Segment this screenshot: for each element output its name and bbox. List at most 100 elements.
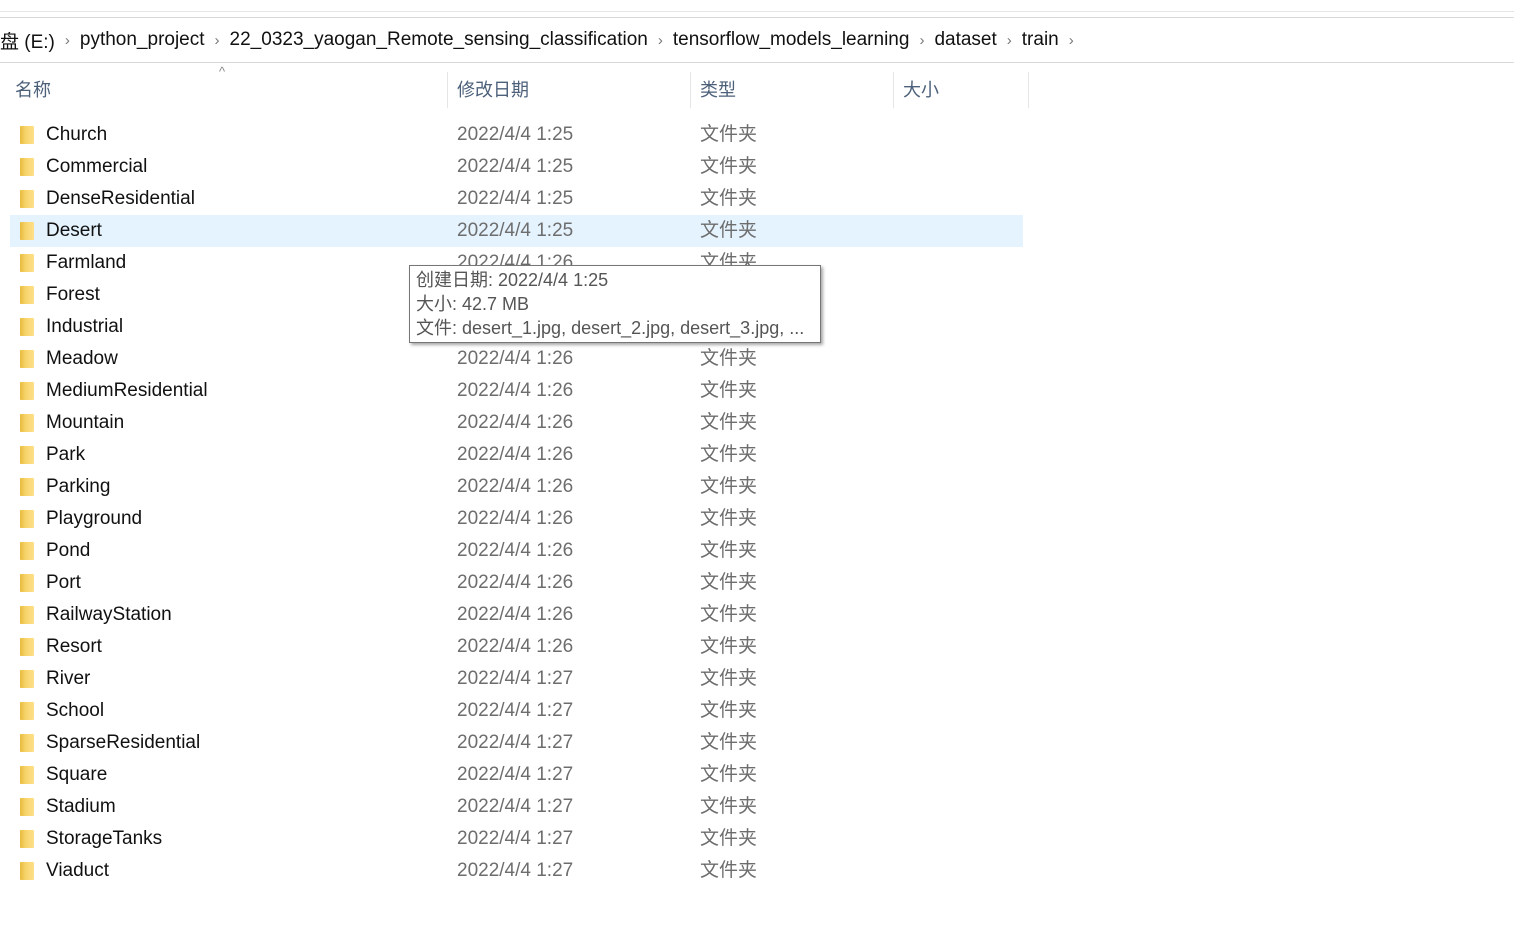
chevron-right-icon[interactable]: › — [1003, 32, 1016, 49]
list-item[interactable]: StorageTanks 2022/4/4 1:27 文件夹 — [10, 823, 1023, 855]
folder-icon — [20, 254, 34, 272]
file-type: 文件夹 — [700, 220, 758, 241]
breadcrumb-item[interactable]: dataset — [928, 29, 1002, 51]
list-item[interactable]: Desert 2022/4/4 1:25 文件夹 — [10, 215, 1023, 247]
file-name: Industrial — [46, 316, 124, 337]
folder-icon — [20, 670, 34, 688]
tooltip-size: 大小: 42.7 MB — [416, 294, 530, 314]
chevron-right-icon[interactable]: › — [1065, 32, 1078, 49]
file-type: 文件夹 — [700, 572, 758, 593]
file-name: Farmland — [46, 252, 127, 273]
folder-icon — [20, 350, 34, 368]
folder-icon — [20, 574, 34, 592]
file-name: Church — [46, 124, 108, 145]
folder-icon — [20, 190, 34, 208]
file-type: 文件夹 — [700, 476, 758, 497]
list-item[interactable]: DenseResidential 2022/4/4 1:25 文件夹 — [10, 183, 1023, 215]
list-item[interactable]: Meadow 2022/4/4 1:26 文件夹 — [10, 343, 1023, 375]
chevron-right-icon[interactable]: › — [915, 32, 928, 49]
file-name: River — [46, 668, 91, 689]
list-item[interactable]: Church 2022/4/4 1:25 文件夹 — [10, 119, 1023, 151]
modified-date: 2022/4/4 1:26 — [457, 572, 574, 593]
file-type: 文件夹 — [700, 188, 758, 209]
list-item[interactable]: Port 2022/4/4 1:26 文件夹 — [10, 567, 1023, 599]
list-item[interactable]: River 2022/4/4 1:27 文件夹 — [10, 663, 1023, 695]
breadcrumb-item[interactable]: python_project — [74, 29, 211, 51]
file-type: 文件夹 — [700, 412, 758, 433]
column-divider[interactable] — [447, 72, 448, 108]
list-item[interactable]: RailwayStation 2022/4/4 1:26 文件夹 — [10, 599, 1023, 631]
list-item[interactable]: School 2022/4/4 1:27 文件夹 — [10, 695, 1023, 727]
file-type: 文件夹 — [700, 444, 758, 465]
file-name: Playground — [46, 508, 143, 529]
folder-icon — [20, 222, 34, 240]
file-name: Pond — [46, 540, 91, 561]
column-size[interactable]: 大小 — [903, 70, 939, 110]
file-name: Viaduct — [46, 860, 110, 881]
list-item[interactable]: Parking 2022/4/4 1:26 文件夹 — [10, 471, 1023, 503]
breadcrumb-item[interactable]: tensorflow_models_learning — [667, 29, 916, 51]
file-name: Forest — [46, 284, 100, 305]
breadcrumb-item[interactable]: 22_0323_yaogan_Remote_sensing_classifica… — [224, 29, 654, 51]
modified-date: 2022/4/4 1:27 — [457, 700, 574, 721]
column-type[interactable]: 类型 — [700, 70, 736, 110]
list-item[interactable]: SparseResidential 2022/4/4 1:27 文件夹 — [10, 727, 1023, 759]
folder-icon — [20, 798, 34, 816]
breadcrumb[interactable]: 盘 (E:) › python_project › 22_0323_yaogan_Rem… — [0, 17, 1514, 63]
folder-icon — [20, 766, 34, 784]
folder-icon — [20, 478, 34, 496]
list-item[interactable]: Park 2022/4/4 1:26 文件夹 — [10, 439, 1023, 471]
list-item[interactable]: Stadium 2022/4/4 1:27 文件夹 — [10, 791, 1023, 823]
column-name[interactable]: 名称 — [15, 70, 51, 110]
folder-icon — [20, 702, 34, 720]
folder-icon — [20, 830, 34, 848]
file-name: Park — [46, 444, 86, 465]
file-name: School — [46, 700, 105, 721]
column-header: ^ 名称 修改日期 类型 大小 — [0, 64, 1514, 110]
folder-icon — [20, 414, 34, 432]
modified-date: 2022/4/4 1:27 — [457, 764, 574, 785]
list-item[interactable]: Mountain 2022/4/4 1:26 文件夹 — [10, 407, 1023, 439]
chevron-right-icon[interactable]: › — [654, 32, 667, 49]
list-item[interactable]: Commercial 2022/4/4 1:25 文件夹 — [10, 151, 1023, 183]
modified-date: 2022/4/4 1:25 — [457, 188, 574, 209]
file-name: MediumResidential — [46, 380, 208, 401]
list-item[interactable]: Square 2022/4/4 1:27 文件夹 — [10, 759, 1023, 791]
modified-date: 2022/4/4 1:26 — [457, 348, 574, 369]
modified-date: 2022/4/4 1:26 — [457, 540, 574, 561]
chevron-right-icon[interactable]: › — [61, 32, 74, 49]
file-type: 文件夹 — [700, 540, 758, 561]
folder-icon — [20, 862, 34, 880]
list-item[interactable]: Playground 2022/4/4 1:26 文件夹 — [10, 503, 1023, 535]
column-date[interactable]: 修改日期 — [457, 70, 529, 110]
folder-icon — [20, 734, 34, 752]
file-type: 文件夹 — [700, 508, 758, 529]
modified-date: 2022/4/4 1:26 — [457, 604, 574, 625]
column-divider[interactable] — [690, 72, 691, 108]
file-name: RailwayStation — [46, 604, 172, 625]
file-name: Desert — [46, 220, 102, 241]
list-item[interactable]: Resort 2022/4/4 1:26 文件夹 — [10, 631, 1023, 663]
list-item[interactable]: Pond 2022/4/4 1:26 文件夹 — [10, 535, 1023, 567]
folder-icon — [20, 446, 34, 464]
list-item[interactable]: Viaduct 2022/4/4 1:27 文件夹 — [10, 855, 1023, 887]
file-type: 文件夹 — [700, 604, 758, 625]
file-name: Stadium — [46, 796, 116, 817]
tooltip-created: 创建日期: 2022/4/4 1:25 — [416, 270, 609, 290]
file-type: 文件夹 — [700, 732, 758, 753]
column-divider[interactable] — [893, 72, 894, 108]
breadcrumb-item[interactable]: 盘 (E:) — [0, 27, 61, 54]
folder-icon — [20, 126, 34, 144]
breadcrumb-item[interactable]: train — [1016, 29, 1065, 51]
file-name: Parking — [46, 476, 111, 497]
tooltip: 创建日期: 2022/4/4 1:25 大小: 42.7 MB 文件: dese… — [409, 265, 821, 343]
modified-date: 2022/4/4 1:26 — [457, 412, 574, 433]
modified-date: 2022/4/4 1:25 — [457, 124, 574, 145]
column-divider[interactable] — [1028, 72, 1029, 108]
chevron-right-icon[interactable]: › — [211, 32, 224, 49]
list-item[interactable]: MediumResidential 2022/4/4 1:26 文件夹 — [10, 375, 1023, 407]
modified-date: 2022/4/4 1:27 — [457, 668, 574, 689]
file-name: StorageTanks — [46, 828, 163, 849]
file-type: 文件夹 — [700, 700, 758, 721]
file-name: Resort — [46, 636, 102, 657]
